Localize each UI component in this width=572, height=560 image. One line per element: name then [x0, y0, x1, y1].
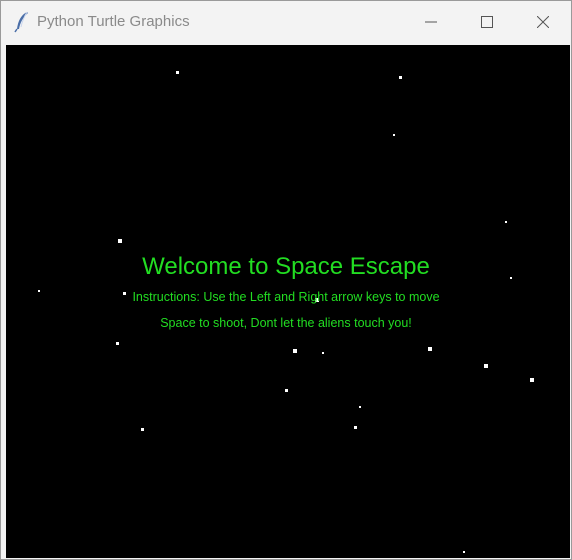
star — [484, 364, 488, 368]
star — [354, 426, 357, 429]
star — [530, 378, 534, 382]
star — [285, 389, 288, 392]
star — [463, 551, 465, 553]
star — [399, 76, 402, 79]
star — [293, 349, 297, 353]
star — [322, 352, 324, 354]
star — [118, 239, 122, 243]
minimize-icon — [425, 16, 437, 28]
instructions-line-2: Space to shoot, Dont let the aliens touc… — [160, 316, 412, 330]
star — [141, 428, 144, 431]
star — [428, 347, 432, 351]
star — [116, 342, 119, 345]
star — [505, 221, 507, 223]
maximize-icon — [481, 16, 493, 28]
title-bar[interactable]: Python Turtle Graphics — [1, 1, 571, 43]
window-title: Python Turtle Graphics — [37, 13, 190, 30]
instructions-line-1: Instructions: Use the Left and Right arr… — [132, 290, 440, 304]
minimize-button[interactable] — [403, 1, 459, 43]
close-button[interactable] — [515, 1, 571, 43]
feather-icon — [13, 11, 31, 33]
star — [393, 134, 395, 136]
star — [359, 406, 361, 408]
star — [176, 71, 179, 74]
welcome-heading: Welcome to Space Escape — [142, 253, 430, 280]
maximize-button[interactable] — [459, 1, 515, 43]
close-icon — [537, 16, 549, 28]
